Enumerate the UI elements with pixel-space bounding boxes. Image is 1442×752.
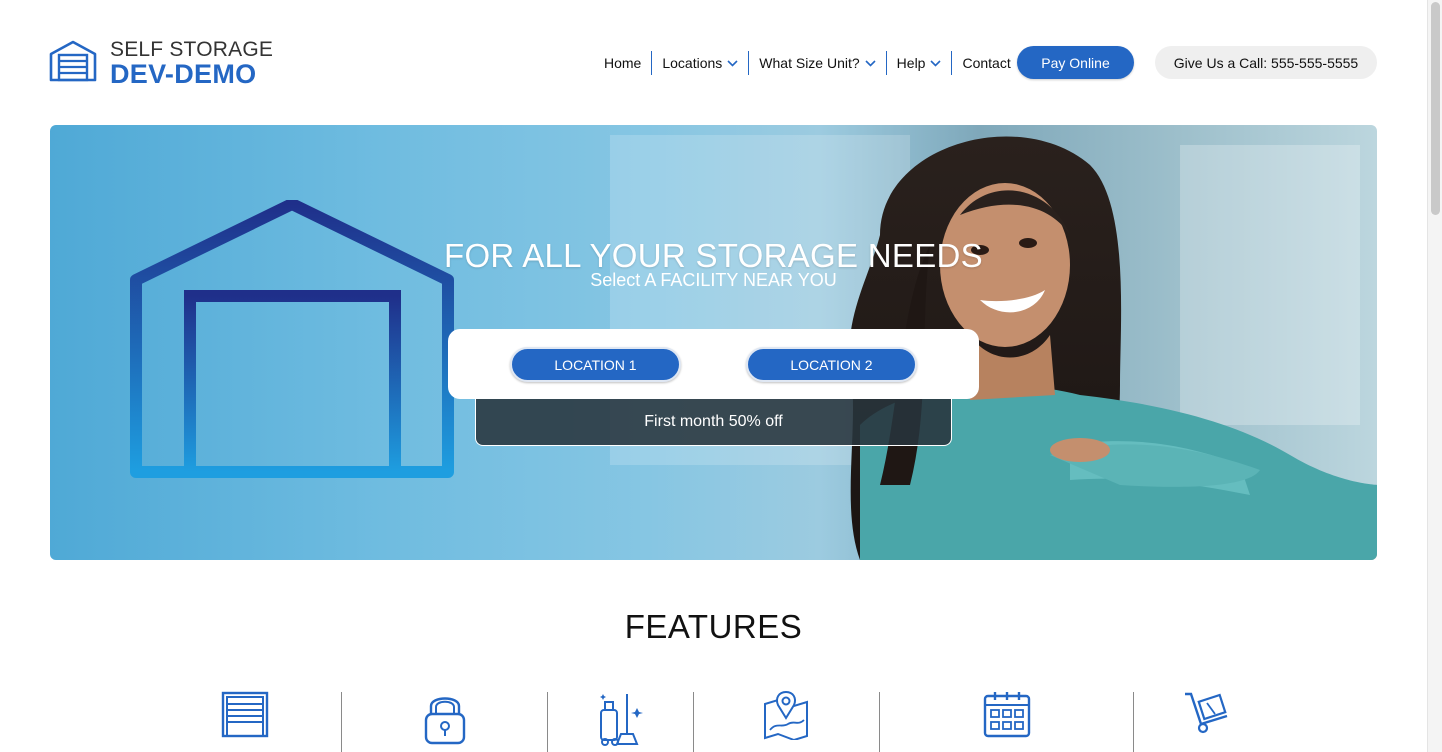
chevron-down-icon: [930, 59, 942, 67]
chevron-down-icon: [727, 59, 738, 67]
nav-item-home[interactable]: Home: [594, 51, 651, 75]
location-1-button[interactable]: LOCATION 1: [510, 347, 681, 382]
hand-truck-icon: [1185, 692, 1228, 734]
scrollbar-thumb[interactable]: [1431, 2, 1440, 215]
main-nav: Home Locations What Size Unit? Help Cont…: [594, 51, 1021, 75]
feature-divider: [547, 692, 548, 752]
site-logo[interactable]: SELF STORAGE DEV-DEMO: [49, 38, 274, 89]
page-scrollbar[interactable]: [1427, 0, 1442, 752]
storage-door-icon: [221, 691, 269, 738]
nav-item-label: Contact: [962, 55, 1011, 71]
nav-item-label: Help: [896, 55, 926, 71]
logo-text-bottom: DEV-DEMO: [110, 59, 257, 89]
promo-banner: First month 50% off: [475, 399, 952, 446]
nav-item-label: Locations: [662, 55, 723, 71]
features-heading: FEATURES: [624, 608, 803, 645]
call-button[interactable]: Give Us a Call: 555-555-5555: [1155, 46, 1377, 79]
cleaning-supplies-icon: [600, 694, 643, 746]
feature-divider: [693, 692, 694, 752]
location-2-button[interactable]: LOCATION 2: [746, 347, 917, 382]
chevron-down-icon: [865, 59, 876, 67]
feature-divider: [341, 692, 342, 752]
feature-divider: [879, 692, 880, 752]
nav-item-label: What Size Unit?: [759, 55, 860, 71]
nav-item-contact[interactable]: Contact: [951, 51, 1020, 75]
calendar-icon: [983, 692, 1031, 738]
pay-online-button[interactable]: Pay Online: [1017, 46, 1134, 79]
storage-unit-logo-icon: [49, 40, 97, 82]
nav-item-label: Home: [604, 55, 642, 71]
map-location-icon: [764, 690, 808, 740]
nav-item-help[interactable]: Help: [885, 51, 952, 75]
padlock-icon: [424, 697, 466, 745]
hero-subheadline: Select A FACILITY NEAR YOU: [590, 270, 837, 290]
nav-item-size-unit[interactable]: What Size Unit?: [748, 51, 885, 75]
nav-item-locations[interactable]: Locations: [651, 51, 748, 75]
location-selector: LOCATION 1 LOCATION 2: [448, 329, 979, 399]
hero-banner: FOR ALL YOUR STORAGE NEEDS Select A FACI…: [50, 125, 1377, 560]
feature-divider: [1133, 692, 1134, 752]
logo-text-top: SELF STORAGE: [110, 38, 274, 61]
